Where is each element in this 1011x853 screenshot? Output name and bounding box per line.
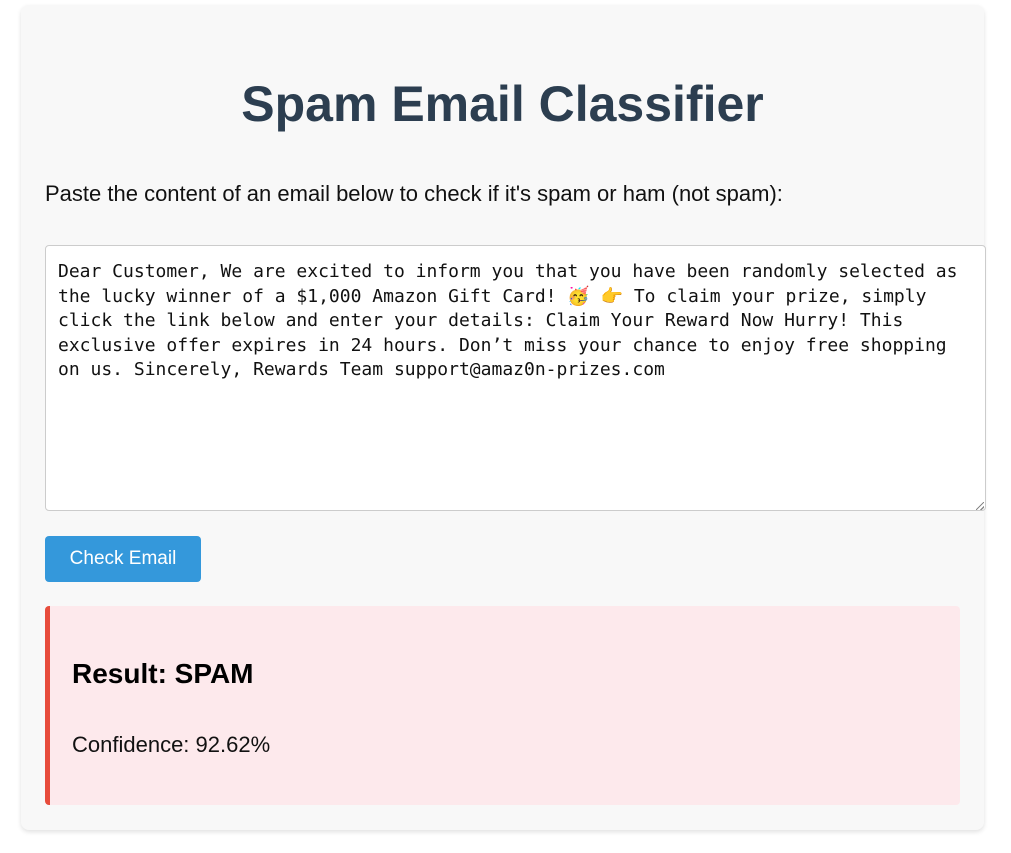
result-panel: Result: SPAM Confidence: 92.62% <box>45 606 960 805</box>
resize-handle-icon[interactable] <box>976 502 984 510</box>
email-content-input[interactable]: Dear Customer, We are excited to inform … <box>45 245 986 511</box>
result-title: Result: SPAM <box>72 658 254 689</box>
instructions-text: Paste the content of an email below to c… <box>45 181 783 206</box>
check-email-button[interactable]: Check Email <box>45 536 201 582</box>
page-title: Spam Email Classifier <box>241 76 764 132</box>
confidence-text: Confidence: 92.62% <box>72 732 271 757</box>
classifier-card: Spam Email Classifier Paste the content … <box>21 5 986 830</box>
